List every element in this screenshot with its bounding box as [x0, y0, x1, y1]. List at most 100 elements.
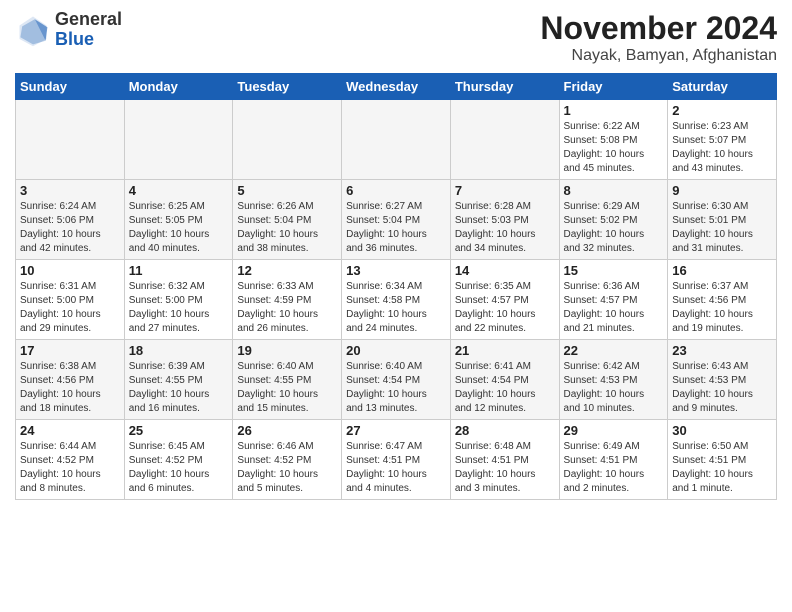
day-number: 11 [129, 263, 229, 278]
calendar-cell-w3-d0: 10Sunrise: 6:31 AM Sunset: 5:00 PM Dayli… [16, 260, 125, 340]
day-info: Sunrise: 6:32 AM Sunset: 5:00 PM Dayligh… [129, 280, 229, 336]
weekday-thursday: Thursday [450, 74, 559, 100]
calendar-cell-w4-d4: 21 Sunrise: 6:41 AM Sunset: 4:54 PM Dayli… [450, 340, 559, 420]
day-number: 14 [455, 263, 555, 278]
day-info: Sunrise: 6:27 AM Sunset: 5:04 PM Dayligh… [346, 200, 446, 256]
calendar-cell-w1-d3 [342, 100, 451, 180]
calendar-cell-w1-d0 [16, 100, 125, 180]
day-number: 23 [672, 343, 772, 358]
day-number: 24 [20, 423, 120, 438]
day-number: 20 [346, 343, 446, 358]
day-number: 18 [129, 343, 229, 358]
day-number: 21 [455, 343, 555, 358]
calendar-cell-w2-d0: 3Sunrise: 6:24 AM Sunset: 5:06 PM Daylig… [16, 180, 125, 260]
day-info: Sunrise: 6:47 AM Sunset: 4:51 PM Dayligh… [346, 440, 446, 496]
calendar-cell-w4-d3: 20 Sunrise: 6:40 AM Sunset: 4:54 PM Dayli… [342, 340, 451, 420]
day-info: Sunrise: 6:42 AM Sunset: 4:53 PM Dayligh… [564, 360, 664, 416]
day-info: Sunrise: 6:45 AM Sunset: 4:52 PM Dayligh… [129, 440, 229, 496]
day-number: 5 [237, 183, 337, 198]
day-number: 19 [237, 343, 337, 358]
day-number: 12 [237, 263, 337, 278]
day-info: Sunrise: 6:50 AM Sunset: 4:51 PM Dayligh… [672, 440, 772, 496]
day-info: Sunrise: 6:38 AM Sunset: 4:56 PM Dayligh… [20, 360, 120, 416]
day-number: 30 [672, 423, 772, 438]
day-info: Sunrise: 6:44 AM Sunset: 4:52 PM Dayligh… [20, 440, 120, 496]
day-number: 4 [129, 183, 229, 198]
calendar-cell-w5-d0: 24 Sunrise: 6:44 AM Sunset: 4:52 PM Dayli… [16, 420, 125, 500]
calendar-cell-w2-d5: 8 Sunrise: 6:29 AM Sunset: 5:02 PM Daylig… [559, 180, 668, 260]
day-number: 29 [564, 423, 664, 438]
page-header: General Blue November 2024 Nayak, Bamyan… [15, 10, 777, 65]
day-number: 26 [237, 423, 337, 438]
calendar-week-4: 17 Sunrise: 6:38 AM Sunset: 4:56 PM Dayli… [16, 340, 777, 420]
calendar-cell-w2-d2: 5 Sunrise: 6:26 AM Sunset: 5:04 PM Daylig… [233, 180, 342, 260]
calendar-week-5: 24 Sunrise: 6:44 AM Sunset: 4:52 PM Dayli… [16, 420, 777, 500]
day-number: 17 [20, 343, 120, 358]
day-number: 13 [346, 263, 446, 278]
day-info: Sunrise: 6:46 AM Sunset: 4:52 PM Dayligh… [237, 440, 337, 496]
day-number: 6 [346, 183, 446, 198]
title-area: November 2024 Nayak, Bamyan, Afghanistan [540, 10, 777, 65]
day-number: 15 [564, 263, 664, 278]
day-number: 7 [455, 183, 555, 198]
day-info: Sunrise: 6:43 AM Sunset: 4:53 PM Dayligh… [672, 360, 772, 416]
calendar-cell-w2-d6: 9 Sunrise: 6:30 AM Sunset: 5:01 PM Daylig… [668, 180, 777, 260]
calendar-cell-w5-d3: 27 Sunrise: 6:47 AM Sunset: 4:51 PM Dayli… [342, 420, 451, 500]
calendar-cell-w2-d4: 7Sunrise: 6:28 AM Sunset: 5:03 PM Daylig… [450, 180, 559, 260]
calendar-cell-w4-d2: 19Sunrise: 6:40 AM Sunset: 4:55 PM Dayli… [233, 340, 342, 420]
calendar-cell-w5-d4: 28Sunrise: 6:48 AM Sunset: 4:51 PM Dayli… [450, 420, 559, 500]
day-info: Sunrise: 6:37 AM Sunset: 4:56 PM Dayligh… [672, 280, 772, 336]
day-info: Sunrise: 6:33 AM Sunset: 4:59 PM Dayligh… [237, 280, 337, 336]
calendar-cell-w1-d5: 1 Sunrise: 6:22 AM Sunset: 5:08 PM Daylig… [559, 100, 668, 180]
weekday-friday: Friday [559, 74, 668, 100]
day-info: Sunrise: 6:22 AM Sunset: 5:08 PM Dayligh… [564, 120, 664, 176]
day-number: 1 [564, 103, 664, 118]
calendar-cell-w1-d6: 2 Sunrise: 6:23 AM Sunset: 5:07 PM Daylig… [668, 100, 777, 180]
calendar-cell-w4-d5: 22 Sunrise: 6:42 AM Sunset: 4:53 PM Dayli… [559, 340, 668, 420]
calendar-cell-w5-d6: 30 Sunrise: 6:50 AM Sunset: 4:51 PM Dayli… [668, 420, 777, 500]
calendar-subtitle: Nayak, Bamyan, Afghanistan [540, 47, 777, 65]
day-info: Sunrise: 6:35 AM Sunset: 4:57 PM Dayligh… [455, 280, 555, 336]
calendar-cell-w2-d3: 6 Sunrise: 6:27 AM Sunset: 5:04 PM Daylig… [342, 180, 451, 260]
day-info: Sunrise: 6:40 AM Sunset: 4:54 PM Dayligh… [346, 360, 446, 416]
day-info: Sunrise: 6:26 AM Sunset: 5:04 PM Dayligh… [237, 200, 337, 256]
day-info: Sunrise: 6:48 AM Sunset: 4:51 PM Dayligh… [455, 440, 555, 496]
calendar-cell-w3-d4: 14 Sunrise: 6:35 AM Sunset: 4:57 PM Dayli… [450, 260, 559, 340]
day-number: 8 [564, 183, 664, 198]
day-number: 2 [672, 103, 772, 118]
calendar-cell-w4-d1: 18Sunrise: 6:39 AM Sunset: 4:55 PM Dayli… [124, 340, 233, 420]
weekday-tuesday: Tuesday [233, 74, 342, 100]
logo: General Blue [15, 10, 122, 50]
calendar-week-1: 1 Sunrise: 6:22 AM Sunset: 5:08 PM Daylig… [16, 100, 777, 180]
logo-icon [15, 12, 51, 48]
day-info: Sunrise: 6:34 AM Sunset: 4:58 PM Dayligh… [346, 280, 446, 336]
logo-text: General Blue [55, 10, 122, 50]
day-info: Sunrise: 6:24 AM Sunset: 5:06 PM Dayligh… [20, 200, 120, 256]
day-info: Sunrise: 6:36 AM Sunset: 4:57 PM Dayligh… [564, 280, 664, 336]
calendar-cell-w4-d6: 23 Sunrise: 6:43 AM Sunset: 4:53 PM Dayli… [668, 340, 777, 420]
weekday-sunday: Sunday [16, 74, 125, 100]
weekday-saturday: Saturday [668, 74, 777, 100]
calendar-title: November 2024 [540, 10, 777, 47]
day-number: 10 [20, 263, 120, 278]
day-number: 27 [346, 423, 446, 438]
day-info: Sunrise: 6:29 AM Sunset: 5:02 PM Dayligh… [564, 200, 664, 256]
calendar-cell-w3-d6: 16 Sunrise: 6:37 AM Sunset: 4:56 PM Dayli… [668, 260, 777, 340]
calendar-cell-w5-d1: 25 Sunrise: 6:45 AM Sunset: 4:52 PM Dayli… [124, 420, 233, 500]
calendar-cell-w1-d2 [233, 100, 342, 180]
day-number: 22 [564, 343, 664, 358]
calendar-cell-w4-d0: 17 Sunrise: 6:38 AM Sunset: 4:56 PM Dayli… [16, 340, 125, 420]
day-number: 25 [129, 423, 229, 438]
weekday-header-row: SundayMondayTuesdayWednesdayThursdayFrid… [16, 74, 777, 100]
day-number: 9 [672, 183, 772, 198]
calendar-cell-w5-d5: 29 Sunrise: 6:49 AM Sunset: 4:51 PM Dayli… [559, 420, 668, 500]
day-number: 16 [672, 263, 772, 278]
calendar-cell-w3-d3: 13 Sunrise: 6:34 AM Sunset: 4:58 PM Dayli… [342, 260, 451, 340]
weekday-wednesday: Wednesday [342, 74, 451, 100]
day-info: Sunrise: 6:49 AM Sunset: 4:51 PM Dayligh… [564, 440, 664, 496]
day-info: Sunrise: 6:23 AM Sunset: 5:07 PM Dayligh… [672, 120, 772, 176]
day-info: Sunrise: 6:41 AM Sunset: 4:54 PM Dayligh… [455, 360, 555, 416]
calendar-week-2: 3Sunrise: 6:24 AM Sunset: 5:06 PM Daylig… [16, 180, 777, 260]
calendar-cell-w3-d5: 15 Sunrise: 6:36 AM Sunset: 4:57 PM Dayli… [559, 260, 668, 340]
day-info: Sunrise: 6:30 AM Sunset: 5:01 PM Dayligh… [672, 200, 772, 256]
